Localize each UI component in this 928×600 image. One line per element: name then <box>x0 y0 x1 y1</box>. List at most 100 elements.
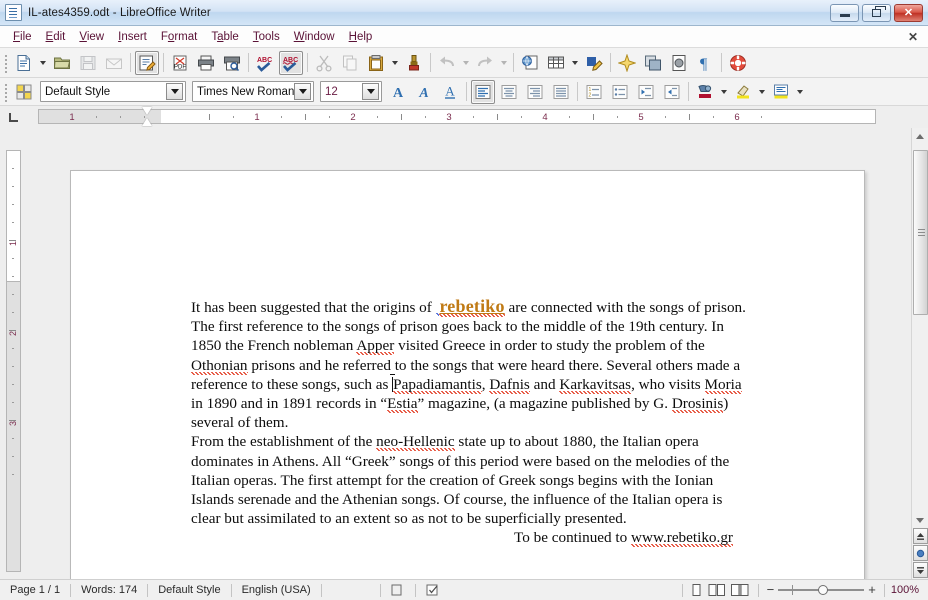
status-signature[interactable] <box>381 584 415 596</box>
restore-button[interactable] <box>862 4 891 22</box>
navigator-icon[interactable] <box>641 51 665 75</box>
menu-file[interactable]: File <box>6 28 39 46</box>
page-preview-icon[interactable] <box>667 51 691 75</box>
misspelled-word[interactable]: Dafnis <box>489 376 530 394</box>
keyword-rebetiko[interactable]: rebetiko <box>439 296 504 317</box>
status-page[interactable]: Page 1 / 1 <box>0 584 70 596</box>
open-folder-icon[interactable] <box>50 51 74 75</box>
new-document-dropdown-icon[interactable] <box>37 51 48 75</box>
paste-icon[interactable] <box>364 51 388 75</box>
minimize-button[interactable] <box>830 4 859 22</box>
ordered-list-icon[interactable]: 1 2 <box>582 80 606 104</box>
toolbar-grip[interactable] <box>2 82 10 102</box>
menu-window[interactable]: Window <box>287 28 342 46</box>
indent-marker[interactable] <box>142 107 153 126</box>
hyperlink-icon[interactable] <box>518 51 542 75</box>
increase-indent-icon[interactable] <box>660 80 684 104</box>
insert-table-icon[interactable] <box>544 51 568 75</box>
spelling-icon[interactable]: ABC <box>253 51 277 75</box>
redo-icon[interactable] <box>473 51 497 75</box>
scroll-down-button[interactable] <box>913 512 928 528</box>
misspelled-word[interactable]: Papadiamantis <box>393 376 482 394</box>
copy-icon[interactable] <box>338 51 362 75</box>
highlighting-color-icon[interactable] <box>731 80 755 104</box>
styles-sidebar-icon[interactable] <box>12 80 36 104</box>
export-pdf-icon[interactable]: PDF <box>168 51 192 75</box>
website-url[interactable]: www.rebetiko.gr <box>631 529 733 547</box>
paragraph-background-dropdown-icon[interactable] <box>794 80 805 104</box>
gallery-icon[interactable] <box>615 51 639 75</box>
close-document-icon[interactable]: ✕ <box>904 30 928 44</box>
decrease-indent-icon[interactable] <box>634 80 658 104</box>
paragraph-style-combo[interactable]: Default Style <box>40 81 186 102</box>
unordered-list-icon[interactable] <box>608 80 632 104</box>
font-size-dropdown-icon[interactable] <box>362 83 379 100</box>
previous-page-button[interactable] <box>913 528 928 544</box>
multi-page-view-icon[interactable] <box>708 584 726 596</box>
misspelled-word[interactable]: Othonian <box>191 357 248 375</box>
closing-line[interactable]: To be continued to www.rebetiko.gr <box>191 528 751 547</box>
bold-icon[interactable]: A <box>386 80 410 104</box>
print-preview-icon[interactable] <box>220 51 244 75</box>
print-icon[interactable] <box>194 51 218 75</box>
misspelled-word[interactable]: neo-Hellenic <box>376 433 454 451</box>
menu-tools[interactable]: Tools <box>246 28 287 46</box>
align-left-icon[interactable] <box>471 80 495 104</box>
help-icon[interactable] <box>726 51 750 75</box>
edit-mode-icon[interactable] <box>135 51 159 75</box>
status-page-style[interactable]: Default Style <box>148 584 230 596</box>
paragraph-2[interactable]: From the establishment of the neo-Hellen… <box>191 432 751 528</box>
scroll-up-button[interactable] <box>913 128 928 144</box>
document-page[interactable]: It has been suggested that the origins o… <box>70 170 865 579</box>
align-justified-icon[interactable] <box>549 80 573 104</box>
vertical-ruler[interactable]: 1 2 3 <box>0 128 26 579</box>
paste-dropdown-icon[interactable] <box>389 51 400 75</box>
menu-format[interactable]: Format <box>154 28 204 46</box>
align-center-icon[interactable] <box>497 80 521 104</box>
highlighting-color-dropdown-icon[interactable] <box>756 80 767 104</box>
undo-dropdown-icon[interactable] <box>460 51 471 75</box>
document-canvas[interactable]: It has been suggested that the origins o… <box>26 128 911 579</box>
menu-insert[interactable]: Insert <box>111 28 154 46</box>
font-color-icon[interactable] <box>693 80 717 104</box>
menu-edit[interactable]: Edit <box>39 28 73 46</box>
misspelled-word[interactable]: Moria <box>705 376 742 394</box>
single-page-view-icon[interactable] <box>691 584 704 596</box>
italic-icon[interactable]: A <box>412 80 436 104</box>
zoom-in-button[interactable]: + <box>868 585 876 595</box>
align-right-icon[interactable] <box>523 80 547 104</box>
misspelled-word[interactable]: Drosinis <box>672 395 723 413</box>
toolbar-grip[interactable] <box>2 53 10 73</box>
misspelled-word[interactable]: Apper <box>356 337 394 355</box>
document-modified-icon[interactable] <box>416 584 456 596</box>
redo-dropdown-icon[interactable] <box>498 51 509 75</box>
new-document-icon[interactable] <box>12 51 36 75</box>
status-language[interactable]: English (USA) <box>232 584 321 596</box>
menu-table[interactable]: Table <box>204 28 246 46</box>
draw-functions-icon[interactable] <box>582 51 606 75</box>
horizontal-ruler[interactable]: 1 1 2 3 4 5 6 <box>26 106 910 128</box>
paragraph-style-dropdown-icon[interactable] <box>166 83 183 100</box>
font-color-dropdown-icon[interactable] <box>718 80 729 104</box>
paragraph-1[interactable]: It has been suggested that the origins o… <box>191 297 751 432</box>
clone-formatting-icon[interactable] <box>402 51 426 75</box>
formatting-marks-icon[interactable]: ¶ <box>693 51 717 75</box>
zoom-out-button[interactable]: − <box>767 585 775 595</box>
next-page-button[interactable] <box>913 562 928 578</box>
scrollbar-track[interactable] <box>913 144 928 512</box>
misspelled-word[interactable]: Estia <box>387 395 417 413</box>
misspelled-word[interactable]: Karkavitsas <box>559 376 631 394</box>
scrollbar-thumb[interactable] <box>913 150 928 315</box>
menu-help[interactable]: Help <box>342 28 380 46</box>
status-word-count[interactable]: Words: 174 <box>71 584 147 596</box>
vertical-scrollbar[interactable] <box>911 128 928 579</box>
book-view-icon[interactable] <box>730 584 750 596</box>
menu-view[interactable]: View <box>72 28 111 46</box>
cut-icon[interactable] <box>312 51 336 75</box>
close-button[interactable]: ✕ <box>894 4 923 22</box>
email-document-icon[interactable] <box>102 51 126 75</box>
insert-table-dropdown-icon[interactable] <box>569 51 580 75</box>
font-name-combo[interactable]: Times New Roman <box>192 81 314 102</box>
zoom-slider-track[interactable] <box>778 589 864 591</box>
paragraph-background-icon[interactable] <box>769 80 793 104</box>
